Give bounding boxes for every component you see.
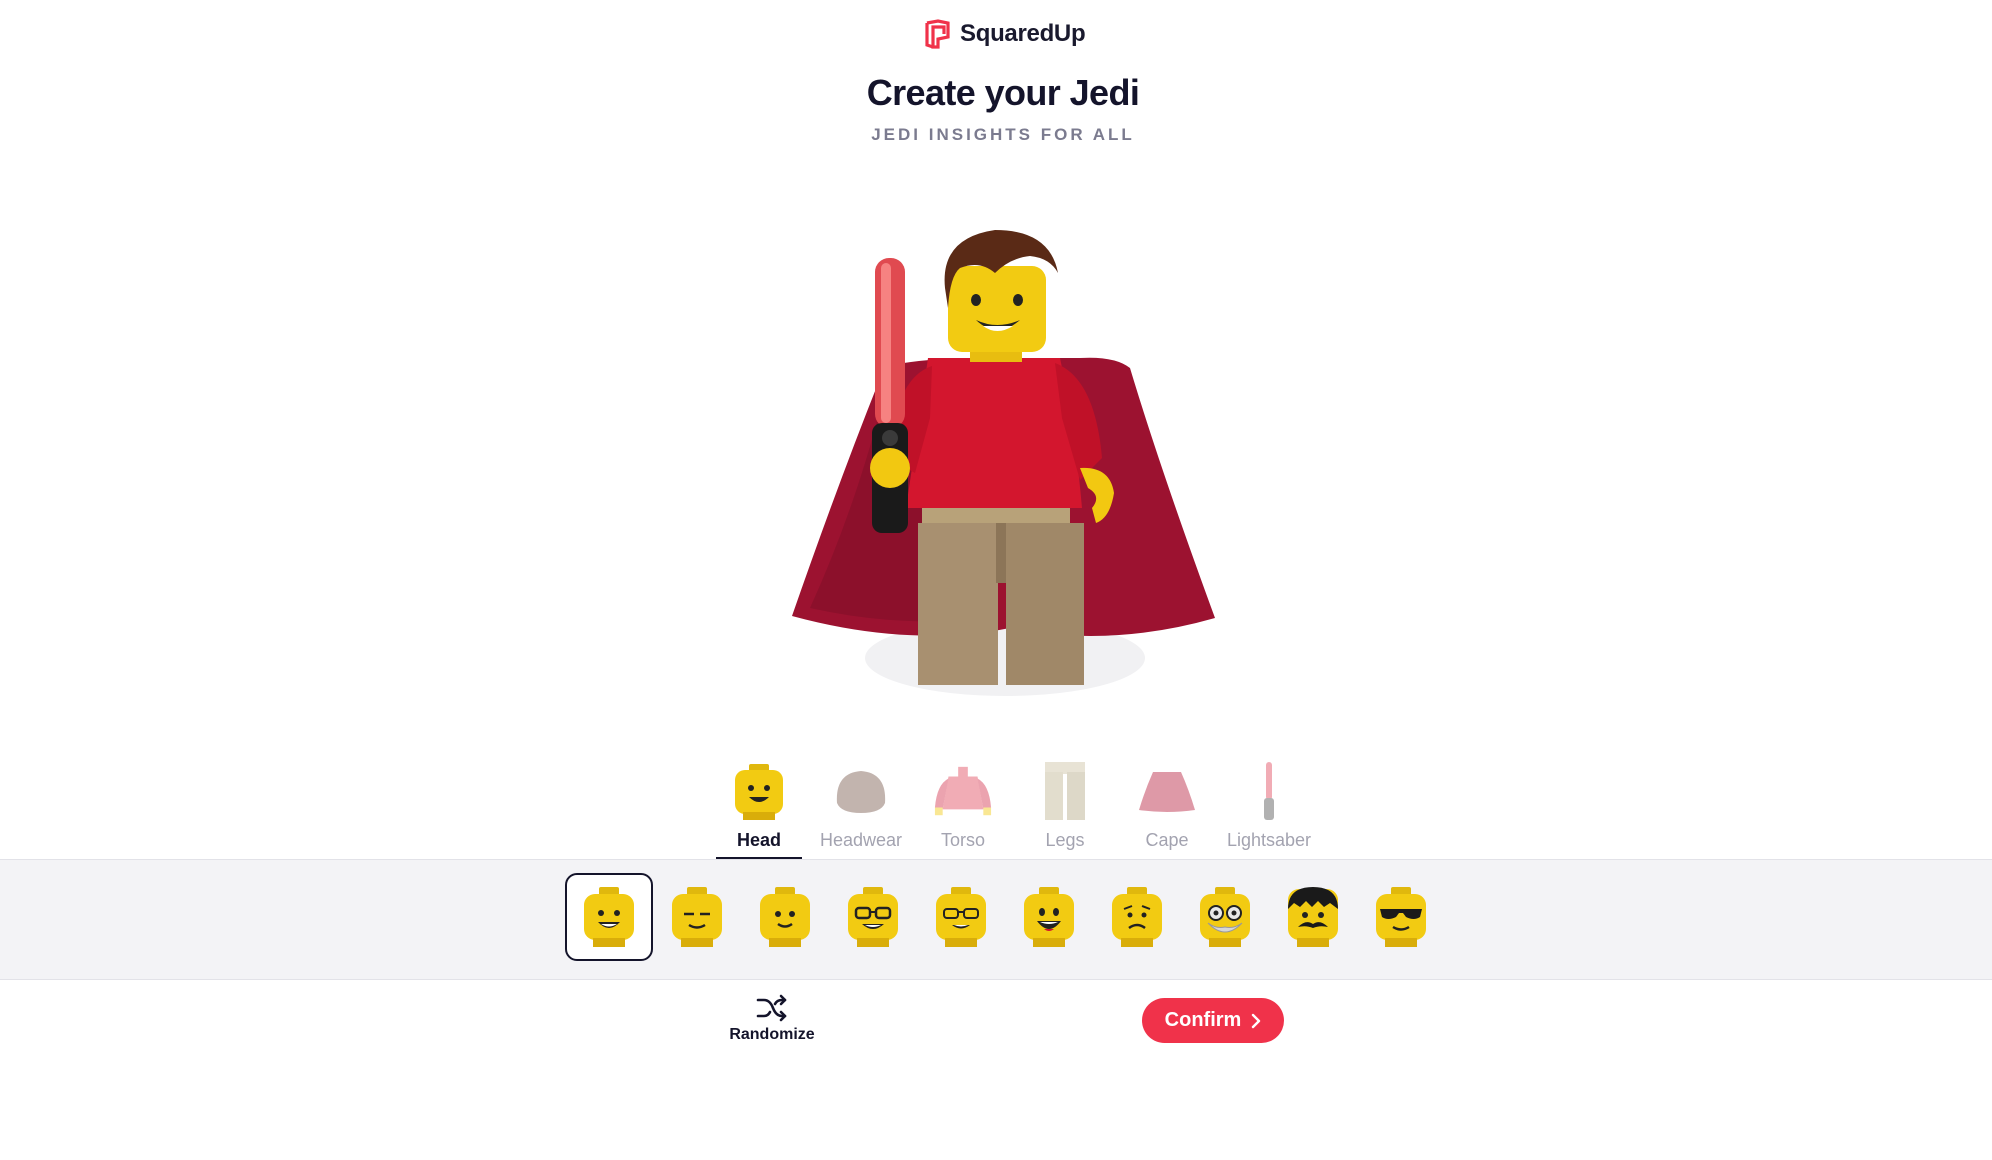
category-tabs: Head Headwear Torso Legs Cape Lightsaber — [708, 758, 1320, 859]
chevron-right-icon — [1252, 1013, 1261, 1028]
face-open-smile-icon — [1024, 887, 1074, 947]
face-hair-mustache-icon — [1288, 887, 1338, 947]
face-smile-teeth-icon — [584, 887, 634, 947]
legs-icon — [1035, 762, 1095, 822]
lightsaber-icon — [1239, 762, 1299, 822]
tab-cape-label: Cape — [1145, 830, 1189, 850]
tab-head[interactable]: Head — [708, 758, 810, 859]
head-option-3[interactable] — [741, 873, 829, 961]
figure-leg-right — [1006, 523, 1084, 685]
head-option-9[interactable] — [1269, 873, 1357, 961]
head-option-10[interactable] — [1357, 873, 1445, 961]
brand-name: SquaredUp — [960, 20, 1086, 47]
tab-torso[interactable]: Torso — [912, 758, 1014, 859]
torso-icon — [933, 762, 993, 822]
figure-torso — [906, 358, 1082, 508]
cape-icon — [1137, 762, 1197, 822]
squaredup-logo: SquaredUp — [924, 18, 1086, 50]
face-glasses-grin-icon — [848, 887, 898, 947]
tab-head-label: Head — [736, 830, 781, 850]
head-option-8[interactable] — [1181, 873, 1269, 961]
head-options — [565, 873, 1445, 961]
face-goggles-beard-icon — [1200, 887, 1250, 947]
figure-head — [948, 266, 1046, 352]
tab-headwear[interactable]: Headwear — [810, 758, 912, 859]
page-subtitle: JEDI INSIGHTS FOR ALL — [871, 125, 1135, 144]
confirm-label: Confirm — [1164, 1009, 1242, 1031]
face-worried-icon — [1112, 887, 1162, 947]
face-glasses-smile-icon — [936, 887, 986, 947]
tab-lightsaber-label: Lightsaber — [1226, 830, 1312, 850]
tab-legs-label: Legs — [1045, 830, 1085, 850]
page-title: Create your Jedi — [866, 72, 1140, 113]
head-option-4[interactable] — [829, 873, 917, 961]
shuffle-icon — [756, 994, 787, 1022]
tab-cape[interactable]: Cape — [1116, 758, 1218, 859]
face-sunglasses-icon — [1376, 887, 1426, 947]
figure-leg-left — [918, 523, 998, 685]
head-icon — [729, 762, 789, 822]
head-option-5[interactable] — [917, 873, 1005, 961]
options-strip — [0, 859, 1992, 980]
squaredup-logo-icon — [925, 19, 950, 49]
tab-torso-label: Torso — [940, 830, 985, 850]
randomize-label: Randomize — [729, 1026, 815, 1043]
confirm-button[interactable]: Confirm — [1142, 998, 1284, 1043]
face-sleepy-icon — [672, 887, 722, 947]
head-option-2[interactable] — [653, 873, 741, 961]
tab-lightsaber[interactable]: Lightsaber — [1218, 758, 1320, 859]
minifigure-preview — [792, 230, 1215, 696]
head-option-6[interactable] — [1005, 873, 1093, 961]
tab-headwear-label: Headwear — [819, 830, 903, 850]
head-option-1[interactable] — [565, 873, 653, 961]
hair-icon — [831, 762, 891, 822]
face-neutral-smile-icon — [760, 887, 810, 947]
randomize-button[interactable]: Randomize — [722, 994, 822, 1044]
head-option-7[interactable] — [1093, 873, 1181, 961]
tab-legs[interactable]: Legs — [1014, 758, 1116, 859]
